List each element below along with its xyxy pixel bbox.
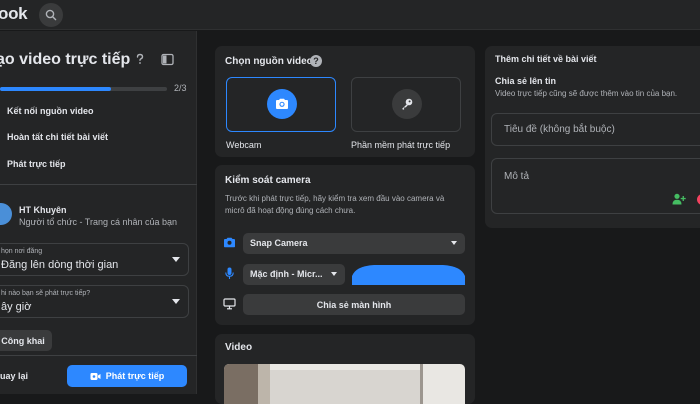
go-live-label: Phát trực tiếp — [105, 371, 165, 381]
title-input[interactable]: Tiêu đề (không bắt buộc) — [491, 113, 700, 146]
camera-icon — [276, 98, 288, 109]
back-button[interactable]: uay lại — [0, 365, 34, 387]
question-mark-icon — [136, 53, 144, 64]
streaming-software-label: Phần mềm phát trực tiếp — [351, 140, 451, 150]
help-button[interactable] — [131, 50, 149, 68]
microphone-level-meter — [352, 265, 465, 285]
collapse-panel-button[interactable] — [158, 50, 176, 68]
webcam-label: Webcam — [226, 140, 262, 150]
caret-down-icon — [172, 257, 180, 262]
post-location-value: Đăng lên dòng thời gian — [1, 259, 119, 271]
facebook-logo[interactable]: ook — [0, 4, 28, 24]
microphone-select-value: Mặc định - Micr... — [250, 269, 323, 279]
avatar — [0, 203, 12, 225]
schedule-value: ây giờ — [1, 301, 32, 313]
step-go-live[interactable]: Phát trực tiếp — [7, 159, 66, 169]
camera-description-line2: micrô đã hoạt động đúng cách chưa. — [225, 206, 356, 215]
search-icon — [45, 9, 57, 21]
schedule-label: hi nào bạn sẽ phát trực tiếp? — [1, 290, 91, 297]
page-title: ạo video trực tiếp — [0, 51, 131, 68]
camera-icon-circle — [267, 89, 297, 119]
key-icon-circle — [392, 89, 422, 119]
progress-text: 2/3 — [174, 83, 187, 93]
key-icon — [402, 98, 413, 110]
camera-description-line1: Trước khi phát trực tiếp, hãy kiểm tra x… — [225, 194, 445, 203]
post-location-select[interactable]: họn nơi đăng Đăng lên dòng thời gian — [0, 243, 189, 276]
description-input[interactable]: Mô tả — [491, 158, 700, 214]
caret-down-icon — [172, 299, 180, 304]
share-to-story-description: Video trực tiếp cũng sẽ được thêm vào ti… — [495, 89, 678, 98]
live-video-icon — [90, 372, 101, 380]
source-option-webcam[interactable] — [226, 77, 336, 132]
camera-select[interactable]: Snap Camera — [243, 233, 465, 254]
user-role: Người tổ chức - Trang cá nhân của bạn — [19, 217, 178, 227]
tag-people-icon[interactable] — [672, 193, 686, 205]
help-icon[interactable]: ? — [310, 55, 322, 67]
schedule-select[interactable]: hi nào bạn sẽ phát trực tiếp? ây giờ — [0, 285, 189, 318]
video-preview — [224, 364, 465, 404]
title-placeholder: Tiêu đề (không bắt buộc) — [504, 124, 615, 135]
video-source-title: Chọn nguồn video — [225, 56, 313, 67]
screen-share-icon — [223, 298, 236, 310]
post-location-label: họn nơi đăng — [1, 248, 43, 255]
preview-shape — [420, 364, 423, 404]
caret-down-icon — [451, 241, 457, 245]
step-connect-source[interactable]: Kết nối nguồn video — [7, 106, 94, 116]
share-to-story-title: Chia sẻ lên tin — [495, 76, 557, 86]
panel-icon — [160, 53, 174, 65]
camera-control-title: Kiểm soát camera — [225, 175, 311, 186]
microphone-icon — [225, 267, 234, 279]
source-option-streaming-software[interactable] — [351, 77, 461, 132]
caret-down-icon — [331, 272, 337, 276]
description-placeholder: Mô tả — [504, 171, 530, 182]
post-details-title: Thêm chi tiết về bài viết — [495, 54, 597, 64]
top-bar: ook — [0, 0, 700, 30]
privacy-button[interactable]: Công khai — [0, 330, 52, 351]
preview-shape — [270, 370, 420, 404]
user-name: HT Khuyên — [19, 205, 67, 215]
divider — [0, 355, 197, 356]
step-post-details[interactable]: Hoàn tất chi tiết bài viết — [7, 132, 108, 142]
divider — [0, 184, 197, 185]
microphone-select[interactable]: Mặc định - Micr... — [243, 264, 345, 285]
progress-bar — [0, 87, 167, 91]
progress-fill — [0, 87, 112, 91]
camera-small-icon — [224, 237, 235, 248]
go-live-button[interactable]: Phát trực tiếp — [67, 365, 187, 387]
video-preview-title: Video — [225, 342, 253, 353]
screen-share-button[interactable]: Chia sẻ màn hình — [243, 294, 465, 315]
preview-shape — [258, 364, 270, 404]
camera-select-value: Snap Camera — [250, 238, 308, 248]
preview-shape — [224, 364, 258, 404]
sidebar: ạo video trực tiếp 2/3 Kết nối nguồn vid… — [0, 31, 197, 394]
search-button[interactable] — [39, 3, 63, 27]
